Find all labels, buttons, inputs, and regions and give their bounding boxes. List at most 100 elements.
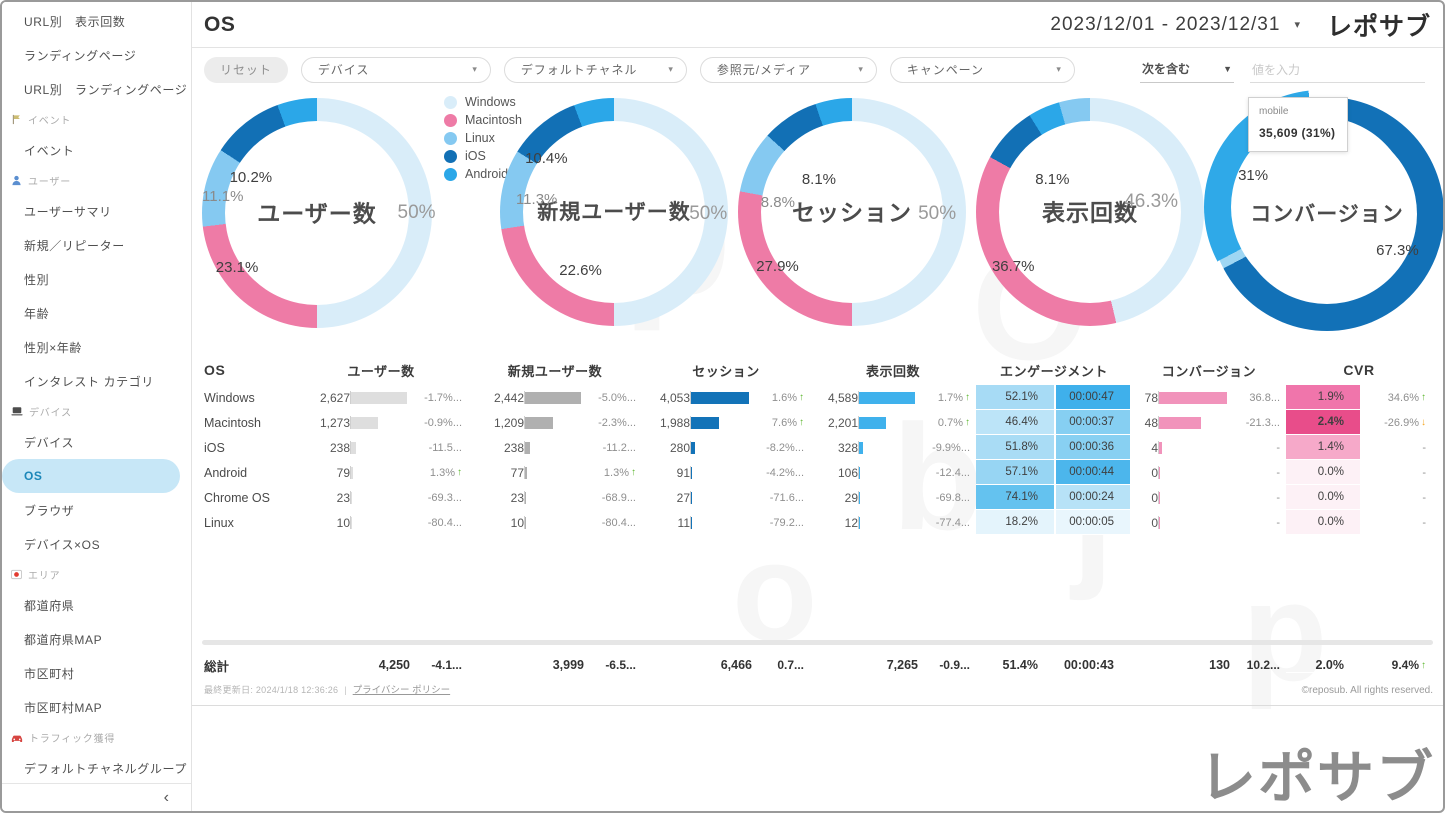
user-icon [11, 175, 22, 186]
sidebar-item[interactable]: インタレスト カテゴリ [2, 364, 191, 398]
delta-value: -11.5... [410, 435, 468, 460]
column-header[interactable]: OS [202, 362, 294, 378]
delta-value: 10.2... [1230, 658, 1286, 672]
delta-value: 34.6%↑ [1362, 385, 1432, 410]
donut-percentage-label: 10.2% [230, 169, 273, 186]
column-header[interactable]: エンゲージメント [976, 361, 1132, 380]
delta-value: -4.2%... [752, 460, 810, 485]
sidebar-item[interactable]: 新規／リピーター [2, 228, 191, 262]
column-header[interactable]: 新規ユーザー数 [468, 361, 642, 380]
privacy-policy-link[interactable]: プライバシー ポリシー [353, 682, 450, 696]
chevron-down-icon: ▾ [1294, 18, 1301, 31]
reset-button[interactable]: リセット [204, 57, 288, 83]
legend-color-dot [444, 96, 457, 109]
sidebar-item[interactable]: 性別×年齢 [2, 330, 191, 364]
delta-value: - [1230, 510, 1286, 535]
delta-value: -8.2%... [752, 435, 810, 460]
column-header[interactable]: セッション [642, 361, 810, 380]
sidebar-item[interactable]: 性別 [2, 262, 191, 296]
sidebar-item[interactable]: URL別 ランディングページ [2, 72, 191, 106]
filter-dropdown[interactable]: 参照元/メディア▾ [700, 57, 877, 83]
value-bar [859, 467, 860, 479]
sidebar-item[interactable]: イベント [2, 133, 191, 167]
sidebar-item[interactable]: 市区町村MAP [2, 690, 191, 724]
sidebar-item[interactable]: OS [2, 459, 180, 493]
arrow-up-icon: ↑ [1421, 660, 1426, 671]
value-bar [525, 442, 530, 454]
table-row[interactable]: Macintosh1,273-0.9%...1,209-2.3%...1,988… [202, 410, 1443, 435]
sidebar-section-event: イベント [2, 106, 191, 133]
value-bar [1159, 467, 1160, 479]
filter-value-input[interactable] [1250, 59, 1425, 83]
area-icon [11, 569, 22, 580]
column-header[interactable]: コンバージョン [1132, 361, 1286, 380]
sidebar-section-traffic: トラフィック獲得 [2, 724, 191, 751]
value-bar [859, 392, 915, 404]
condition-select[interactable]: 次を含む ▼ [1140, 56, 1234, 83]
donut-percentage-label: 10.4% [525, 150, 568, 167]
sidebar-item[interactable]: デフォルトチャネルグループ [2, 751, 191, 783]
date-range-picker[interactable]: 2023/12/01 - 2023/12/31 ▾ [1050, 14, 1301, 36]
value-bar [1159, 517, 1160, 529]
bottom-area: レポサブ [192, 706, 1443, 811]
delta-value: -26.9%↓ [1362, 410, 1432, 435]
donut-charts-section: WindowsMacintoshLinuxiOSAndroid ユーザー数10.… [192, 91, 1443, 349]
filter-dropdown[interactable]: デフォルトチャネル▾ [504, 57, 687, 83]
donut-percentage-label: 46.3% [1124, 191, 1178, 213]
sidebar-item[interactable]: ユーザーサマリ [2, 194, 191, 228]
delta-value: 9.4%↑ [1362, 658, 1432, 672]
heatmap-cell: 57.1% [976, 460, 1056, 485]
donut-chart[interactable]: 表示回数8.1%36.7%46.3% [976, 98, 1204, 326]
table-row[interactable]: Android791.3%↑771.3%↑91-4.2%...106-12.4.… [202, 460, 1443, 485]
heatmap-cell: 1.4% [1286, 435, 1362, 460]
sidebar-item[interactable]: 都道府県 [2, 588, 191, 622]
donut-chart[interactable]: セッション8.1%8.8%27.9%50% [738, 98, 966, 326]
sidebar-item[interactable]: 都道府県MAP [2, 622, 191, 656]
total-cell: 4,250 [294, 658, 410, 672]
value-bar [691, 467, 692, 479]
filter-dropdown[interactable]: デバイス▾ [301, 57, 491, 83]
value-bar [351, 442, 356, 454]
page-title: OS [204, 13, 235, 37]
donut-percentage-label: 22.6% [559, 262, 602, 279]
table-row[interactable]: Linux10-80.4...10-80.4...11-79.2...12-77… [202, 510, 1443, 535]
column-header[interactable]: CVR [1286, 362, 1432, 378]
value-bar [351, 492, 352, 504]
sidebar-item[interactable]: デバイス [2, 425, 191, 459]
sidebar-collapse-button[interactable]: ‹ [164, 790, 169, 806]
table-row[interactable]: Windows2,627-1.7%...2,442-5.0%...4,0531.… [202, 385, 1443, 410]
sidebar-item[interactable]: ブラウザ [2, 493, 191, 527]
horizontal-scrollbar[interactable] [202, 640, 1433, 645]
delta-value: -4.1... [410, 658, 468, 672]
legend-color-dot [444, 168, 457, 181]
column-header[interactable]: ユーザー数 [294, 361, 468, 380]
donut-chart[interactable]: 新規ユーザー数10.4%11.3%22.6%50% [500, 98, 728, 326]
legend-color-dot [444, 114, 457, 127]
delta-value: - [1362, 510, 1432, 535]
data-table: OSユーザー数新規ユーザー数セッション表示回数エンゲージメントコンバージョンCV… [192, 349, 1443, 535]
arrow-up-icon: ↑ [799, 392, 804, 403]
sidebar-item[interactable]: ランディングページ [2, 38, 191, 72]
sidebar-item[interactable]: 年齢 [2, 296, 191, 330]
chart-tooltip: mobile 35,609 (31%) [1248, 97, 1348, 152]
value-bar [525, 417, 553, 429]
tooltip-label: mobile [1259, 106, 1337, 117]
table-row[interactable]: Chrome OS23-69.3...23-68.9...27-71.6...2… [202, 485, 1443, 510]
sidebar-item[interactable]: 市区町村 [2, 656, 191, 690]
value-bar [691, 492, 692, 504]
table-row[interactable]: iOS238-11.5...238-11.2...280-8.2%...328-… [202, 435, 1443, 460]
delta-value: -9.9%... [918, 435, 976, 460]
delta-value: -68.9... [584, 485, 642, 510]
heatmap-cell: 46.4% [976, 410, 1056, 435]
delta-value: -2.3%... [584, 410, 642, 435]
sidebar-item[interactable]: URL別 表示回数 [2, 4, 191, 38]
value-bar [351, 417, 378, 429]
column-header[interactable]: 表示回数 [810, 361, 976, 380]
heatmap-cell: 00:00:37 [1056, 410, 1132, 435]
filter-dropdown[interactable]: キャンペーン▾ [890, 57, 1075, 83]
total-cell: 130 [1132, 658, 1230, 672]
donut-title: コンバージョン [1210, 198, 1443, 228]
sidebar-item[interactable]: デバイス×OS [2, 527, 191, 561]
donut-percentage-label: 67.3% [1376, 242, 1419, 259]
donut-chart[interactable]: ユーザー数10.2%11.1%23.1%50% [202, 98, 432, 328]
